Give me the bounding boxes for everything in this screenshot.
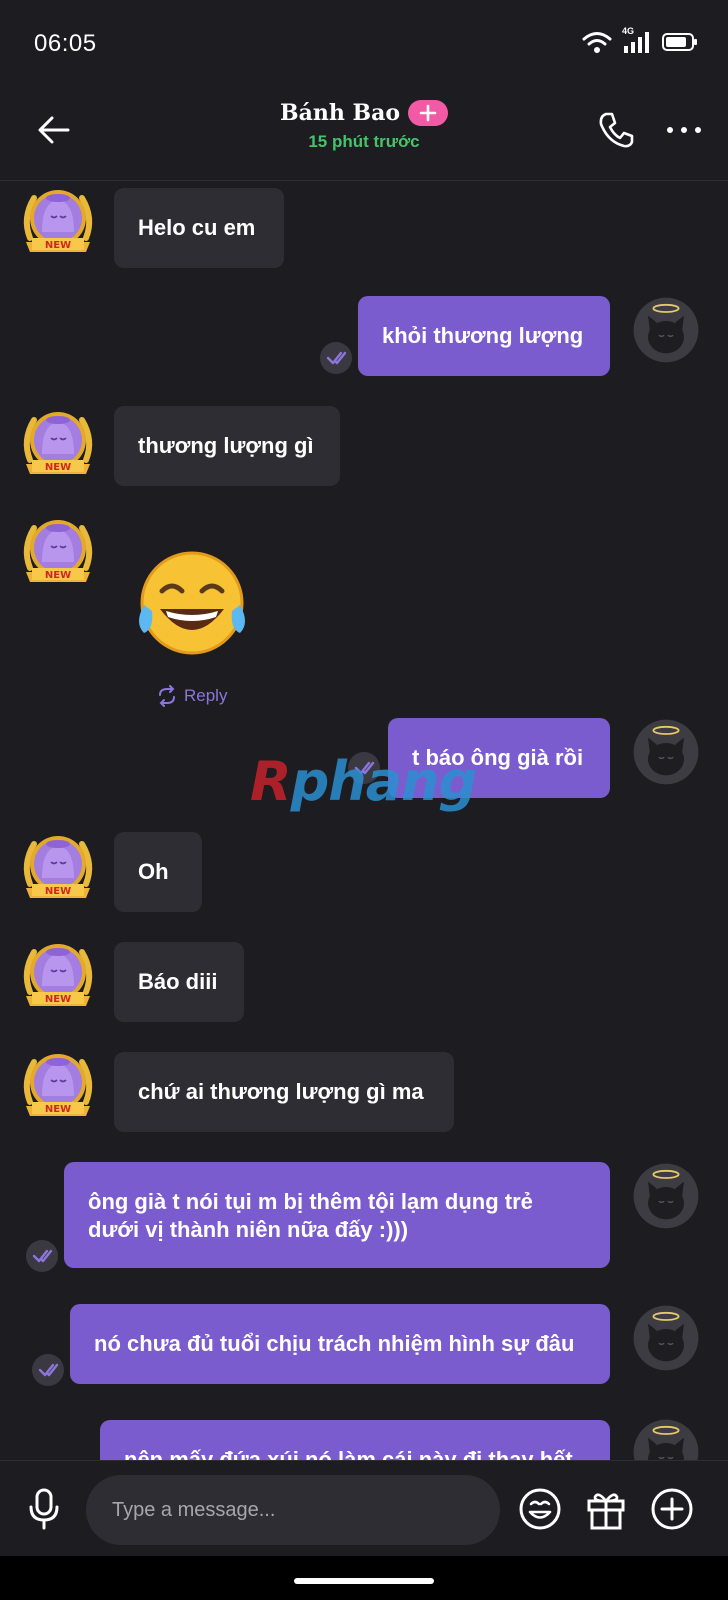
user-avatar[interactable]: [630, 1160, 702, 1232]
message-bubble-incoming[interactable]: Oh: [114, 832, 202, 912]
message-list[interactable]: Helo cu em khỏi thương lượng thương lượn…: [0, 180, 728, 1460]
reply-icon: [159, 685, 175, 707]
seen-double-check-icon: [26, 1240, 58, 1272]
add-friend-button[interactable]: [408, 100, 449, 126]
chat-header: Bánh Bao 15 phút trước: [0, 90, 728, 181]
reply-button[interactable]: Reply: [156, 685, 227, 707]
status-time: 06:05: [34, 30, 97, 57]
phone-icon[interactable]: [596, 110, 636, 150]
add-plus-icon: [419, 104, 437, 122]
seen-double-check-icon: [32, 1354, 64, 1386]
emoji-face-icon[interactable]: [518, 1487, 562, 1531]
user-avatar[interactable]: [630, 1416, 702, 1460]
laughing-tears-emoji-message[interactable]: [132, 545, 252, 665]
watermark-logo: Rphang: [250, 750, 477, 813]
contact-name[interactable]: Bánh Bao: [280, 100, 400, 126]
user-avatar[interactable]: [630, 294, 702, 366]
microphone-icon[interactable]: [24, 1487, 64, 1531]
reply-label: Reply: [184, 686, 228, 705]
message-bubble-incoming[interactable]: chứ ai thương lượng gì ma: [114, 1052, 454, 1132]
user-avatar[interactable]: [630, 1302, 702, 1374]
contact-avatar[interactable]: [18, 826, 98, 906]
status-icons: 4G: [582, 26, 698, 54]
signal-icon: 4G: [622, 26, 652, 54]
contact-avatar[interactable]: [18, 934, 98, 1014]
message-bubble-outgoing[interactable]: nó chưa đủ tuổi chịu trách nhiệm hình sự…: [70, 1304, 610, 1384]
message-bubble-outgoing[interactable]: nên mấy đứa xúi nó làm cái này đi thay h…: [100, 1420, 610, 1460]
contact-avatar[interactable]: [18, 1044, 98, 1124]
contact-avatar[interactable]: [18, 510, 98, 590]
message-bubble-incoming[interactable]: Helo cu em: [114, 188, 284, 268]
message-bubble-incoming[interactable]: Báo diii: [114, 942, 244, 1022]
battery-icon: [662, 33, 697, 51]
message-bubble-outgoing[interactable]: ông già t nói tụi m bị thêm tội lạm dụng…: [64, 1162, 610, 1268]
status-bar: 06:05 4G: [0, 0, 728, 90]
contact-avatar[interactable]: [18, 402, 98, 482]
network-type: 4G: [622, 26, 635, 36]
message-bubble-outgoing[interactable]: khỏi thương lượng: [358, 296, 610, 376]
plus-circle-icon[interactable]: [650, 1487, 694, 1531]
user-avatar[interactable]: [630, 716, 702, 788]
home-indicator[interactable]: [294, 1578, 434, 1584]
wifi-icon: [582, 32, 612, 53]
composer-bar: [0, 1460, 728, 1557]
contact-avatar[interactable]: [18, 180, 98, 260]
message-input[interactable]: [86, 1475, 500, 1545]
gift-icon[interactable]: [584, 1487, 628, 1531]
seen-double-check-icon: [320, 342, 352, 374]
message-bubble-incoming[interactable]: thương lượng gì: [114, 406, 340, 486]
more-dots-icon[interactable]: [664, 118, 704, 142]
